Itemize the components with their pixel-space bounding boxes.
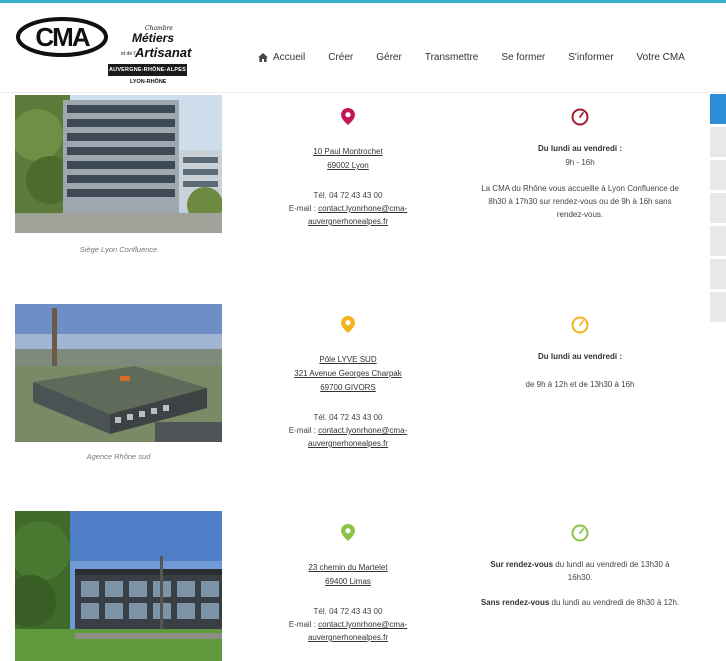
address-line[interactable]: 69700 GIVORS: [253, 381, 443, 395]
agency-hours-column: Du lundi au vendredi : 9h - 16h La CMA d…: [478, 108, 682, 221]
clock-icon: [571, 316, 589, 334]
email-row: E-mail : contact.lyonrhone@cma-: [253, 618, 443, 631]
side-tab[interactable]: [710, 259, 726, 289]
address-line[interactable]: 321 Avenue Georges Charpak: [253, 367, 443, 381]
email-row: E-mail : contact.lyonrhone@cma-: [253, 424, 443, 437]
agency-address-column: Pôle LYVE SUD 321 Avenue Georges Charpak…: [253, 316, 443, 450]
phone-number: Tél. 04 72 43 43 00: [313, 607, 383, 616]
main-nav: Accueil Créer Gérer Transmettre Se forme…: [258, 49, 685, 65]
hours-walkin: Sans rendez-vous du lundi au vendredi de…: [478, 596, 682, 609]
hours-line: 9h - 16h: [565, 158, 595, 167]
hours-note: La CMA du Rhône vous accueille à Lyon Co…: [481, 184, 679, 219]
address-line[interactable]: 69400 Limas: [253, 575, 443, 589]
side-tab-active[interactable]: [710, 94, 726, 124]
side-tab[interactable]: [710, 292, 726, 322]
nav-accueil-label: Accueil: [273, 51, 306, 63]
clock-icon: [571, 108, 589, 126]
hours-bold: Sur rendez-vous: [490, 560, 554, 569]
side-tab[interactable]: [710, 127, 726, 157]
hours-line: de 9h à 12h et de 13h30 à 16h: [525, 380, 635, 389]
email-prefix: E-mail :: [288, 426, 319, 435]
agency-photo-lyon-confluence: [15, 95, 222, 233]
nav-se-former[interactable]: Se former: [501, 49, 545, 65]
side-tabs: [710, 94, 726, 325]
agency-caption: Agence Rhône sud: [86, 452, 151, 461]
home-icon: [258, 52, 268, 62]
nav-creer[interactable]: Créer: [328, 49, 353, 65]
phone-number: Tél. 04 72 43 43 00: [313, 191, 383, 200]
address-line[interactable]: 23 chemin du Martelet: [253, 561, 443, 575]
logo-et: et de l': [121, 51, 136, 57]
map-pin-icon: [341, 108, 355, 125]
side-tab[interactable]: [710, 226, 726, 256]
phone-number: Tél. 04 72 43 43 00: [313, 413, 383, 422]
email-link[interactable]: contact.lyonrhone@cma-: [318, 204, 407, 213]
nav-gerer[interactable]: Gérer: [376, 49, 402, 65]
email-link-cont[interactable]: auvergnerhonealpes.fr: [253, 215, 443, 228]
email-row: E-mail : contact.lyonrhone@cma-: [253, 202, 443, 215]
agency-caption: Siège Lyon Confluence: [79, 245, 158, 254]
email-prefix: E-mail :: [288, 620, 319, 629]
clock-icon: [571, 524, 589, 542]
logo-region: LYON-RHÔNE: [130, 79, 167, 85]
nav-votre-cma[interactable]: Votre CMA: [637, 49, 685, 65]
nav-accueil[interactable]: Accueil: [258, 49, 305, 65]
side-tab[interactable]: [710, 193, 726, 223]
logo-metiers: Métiers: [132, 31, 175, 45]
map-pin-icon: [341, 524, 355, 541]
logo-artisanat: Artisanat: [135, 45, 192, 60]
email-prefix: E-mail :: [288, 204, 319, 213]
site-header: CMA Chambre Métiers et de l' Artisanat A…: [0, 3, 726, 93]
cma-logo-mark: CMA: [16, 17, 108, 57]
cma-logo[interactable]: CMA Chambre Métiers et de l' Artisanat A…: [16, 17, 192, 93]
logo-mark-text: CMA: [35, 22, 90, 52]
map-pin-icon: [341, 316, 355, 333]
agency-address-column: 23 chemin du Martelet 69400 Limas Tél. 0…: [253, 524, 443, 644]
hours-text: du lundi au vendredi de 8h30 à 12h.: [549, 598, 680, 607]
agency-photo-rhone-sud: [15, 304, 222, 442]
hours-appointment: Sur rendez-vous du lundi au vendredi de …: [478, 558, 682, 584]
nav-s-informer[interactable]: S'informer: [568, 49, 613, 65]
email-link[interactable]: contact.lyonrhone@cma-: [318, 426, 407, 435]
side-tab[interactable]: [710, 160, 726, 190]
hours-text: du lundi au vendredi de 13h30 à 16h30.: [553, 560, 670, 582]
hours-title: Du lundi au vendredi :: [537, 144, 622, 153]
address-line[interactable]: 10 Paul Montrochet: [253, 145, 443, 159]
hours-bold: Sans rendez-vous: [480, 598, 550, 607]
address-line[interactable]: Pôle LYVE SUD: [253, 353, 443, 367]
email-link-cont[interactable]: auvergnerhonealpes.fr: [253, 437, 443, 450]
nav-transmettre[interactable]: Transmettre: [425, 49, 479, 65]
agency-hours-column: Sur rendez-vous du lundi au vendredi de …: [478, 524, 682, 609]
agency-hours-column: Du lundi au vendredi : de 9h à 12h et de…: [478, 316, 682, 391]
logo-region-band: AUVERGNE-RHÔNE-ALPES: [108, 64, 187, 76]
email-link[interactable]: contact.lyonrhone@cma-: [318, 620, 407, 629]
address-line[interactable]: 69002 Lyon: [253, 159, 443, 173]
agency-address-column: 10 Paul Montrochet 69002 Lyon Tél. 04 72…: [253, 108, 443, 228]
email-link-cont[interactable]: auvergnerhonealpes.fr: [253, 631, 443, 644]
hours-title: Du lundi au vendredi :: [537, 352, 622, 361]
agency-photo-limas: [15, 511, 222, 661]
